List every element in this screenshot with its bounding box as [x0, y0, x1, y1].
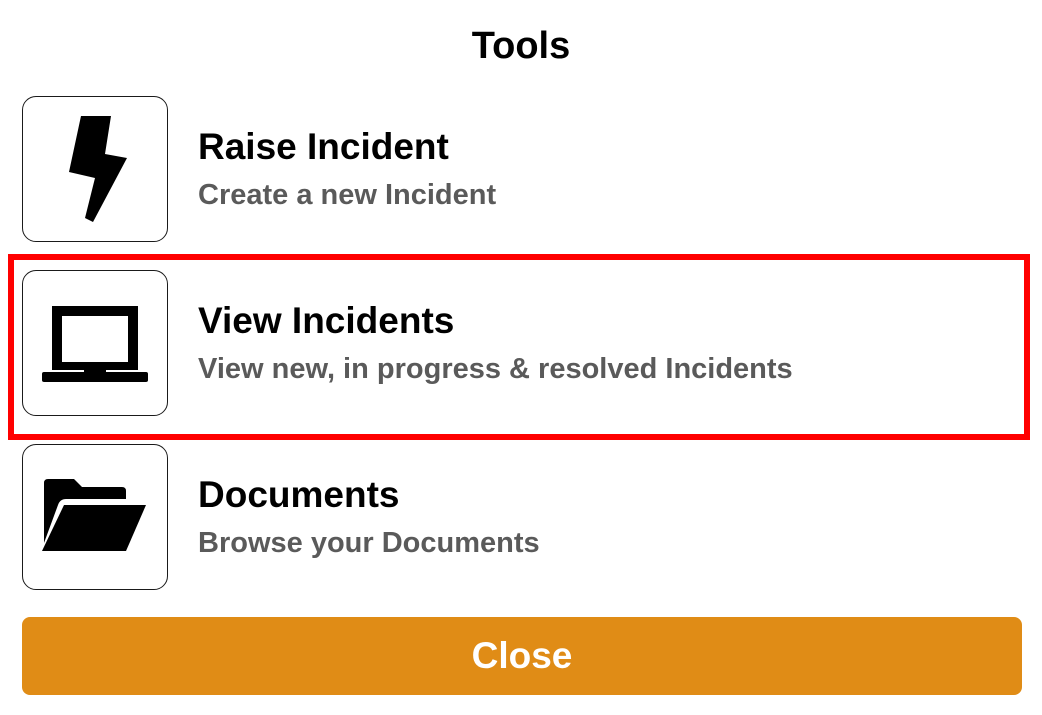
- tool-item-text: Raise Incident Create a new Incident: [198, 124, 496, 216]
- tool-icon-box: [22, 444, 168, 590]
- folder-open-icon: [42, 479, 146, 551]
- laptop-icon: [42, 306, 148, 382]
- tool-item-subtitle: Create a new Incident: [198, 179, 497, 211]
- close-button[interactable]: Close: [22, 617, 1022, 695]
- tool-item-title: Documents: [198, 474, 400, 515]
- tools-sheet: Tools Raise Incident Create a new Incide…: [0, 0, 1042, 715]
- tool-item-title: View Incidents: [198, 300, 455, 341]
- tool-item-text: Documents Browse your Documents: [198, 472, 540, 564]
- lightning-bolt-icon: [69, 116, 127, 222]
- tool-item-title: Raise Incident: [198, 126, 449, 167]
- tool-item-text: View Incidents View new, in progress & r…: [198, 298, 793, 390]
- tool-item-documents[interactable]: Documents Browse your Documents: [22, 444, 1022, 592]
- tool-item-subtitle: View new, in progress & resolved Inciden…: [198, 353, 793, 385]
- tool-item-raise-incident[interactable]: Raise Incident Create a new Incident: [22, 96, 1022, 244]
- page-title: Tools: [471, 25, 571, 67]
- tool-icon-box: [22, 270, 168, 416]
- tool-item-subtitle: Browse your Documents: [198, 527, 540, 559]
- tool-item-view-incidents[interactable]: View Incidents View new, in progress & r…: [22, 270, 1022, 418]
- tool-icon-box: [22, 96, 168, 242]
